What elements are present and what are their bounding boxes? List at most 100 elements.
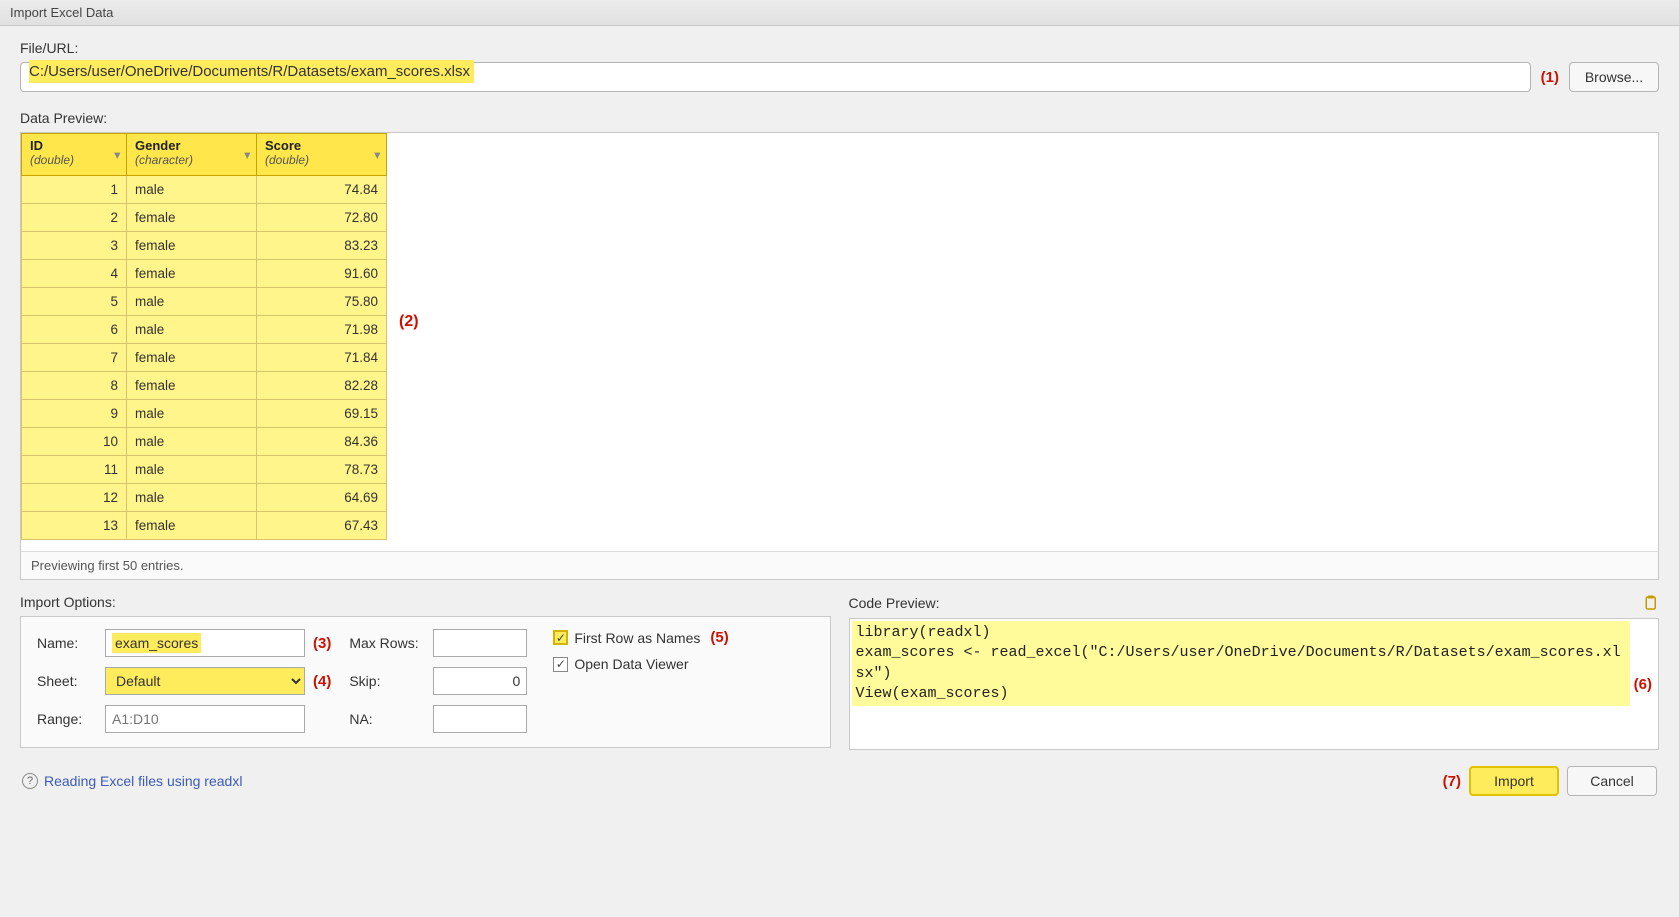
table-row[interactable]: 12male64.69	[22, 484, 387, 512]
dialog-title: Import Excel Data	[10, 5, 113, 20]
file-url-input[interactable]: C:/Users/user/OneDrive/Documents/R/Datas…	[20, 62, 1531, 92]
cell-gender: female	[127, 232, 257, 260]
help-icon: ?	[22, 773, 38, 789]
data-preview-scroll[interactable]: ID (double) ▾ Gender (character) ▾ Score…	[21, 133, 1658, 551]
preview-status-text: Previewing first 50 entries.	[21, 551, 1658, 579]
name-input[interactable]: exam_scores	[105, 629, 305, 657]
column-header-gender[interactable]: Gender (character) ▾	[127, 134, 257, 176]
na-input[interactable]	[433, 705, 527, 733]
cancel-button[interactable]: Cancel	[1567, 766, 1657, 796]
cell-gender: female	[127, 204, 257, 232]
skip-input[interactable]	[433, 667, 527, 695]
table-row[interactable]: 10male84.36	[22, 428, 387, 456]
cell-id: 8	[22, 372, 127, 400]
column-header-id[interactable]: ID (double) ▾	[22, 134, 127, 176]
cell-gender: male	[127, 316, 257, 344]
import-options-panel: Name: exam_scores (3) Sheet: Default (4)	[20, 616, 831, 748]
file-url-label: File/URL:	[20, 40, 1659, 56]
cell-score: 78.73	[257, 456, 387, 484]
table-row[interactable]: 2female72.80	[22, 204, 387, 232]
table-row[interactable]: 7female71.84	[22, 344, 387, 372]
cell-score: 84.36	[257, 428, 387, 456]
code-preview-text[interactable]: library(readxl) exam_scores <- read_exce…	[852, 621, 1630, 706]
help-link[interactable]: ? Reading Excel files using readxl	[22, 773, 242, 789]
cell-score: 71.84	[257, 344, 387, 372]
range-input[interactable]	[105, 705, 305, 733]
sheet-label: Sheet:	[37, 673, 97, 689]
annotation-5: (5)	[710, 629, 728, 646]
sheet-select[interactable]: Default	[105, 667, 305, 695]
data-preview-panel: ID (double) ▾ Gender (character) ▾ Score…	[20, 132, 1659, 580]
table-row[interactable]: 3female83.23	[22, 232, 387, 260]
cell-id: 6	[22, 316, 127, 344]
table-row[interactable]: 1male74.84	[22, 176, 387, 204]
maxrows-label: Max Rows:	[349, 635, 425, 651]
first-row-as-names-checkbox[interactable]: ✓	[553, 630, 568, 645]
table-row[interactable]: 11male78.73	[22, 456, 387, 484]
data-preview-label: Data Preview:	[20, 110, 1659, 126]
chevron-down-icon[interactable]: ▾	[374, 148, 380, 161]
cell-gender: male	[127, 176, 257, 204]
na-label: NA:	[349, 711, 425, 727]
annotation-4: (4)	[313, 673, 331, 690]
annotation-3: (3)	[313, 635, 331, 652]
cell-id: 4	[22, 260, 127, 288]
dialog-titlebar: Import Excel Data	[0, 0, 1679, 26]
clipboard-icon[interactable]	[1641, 594, 1659, 612]
cell-score: 72.80	[257, 204, 387, 232]
cell-id: 1	[22, 176, 127, 204]
cell-id: 10	[22, 428, 127, 456]
cell-gender: male	[127, 288, 257, 316]
cell-id: 12	[22, 484, 127, 512]
browse-button[interactable]: Browse...	[1569, 62, 1659, 92]
cell-score: 69.15	[257, 400, 387, 428]
table-row[interactable]: 6male71.98	[22, 316, 387, 344]
table-row[interactable]: 9male69.15	[22, 400, 387, 428]
open-data-viewer-checkbox[interactable]: ✓	[553, 657, 568, 672]
first-row-as-names-label: First Row as Names	[574, 630, 700, 646]
cell-id: 13	[22, 512, 127, 540]
table-row[interactable]: 4female91.60	[22, 260, 387, 288]
cell-id: 11	[22, 456, 127, 484]
chevron-down-icon[interactable]: ▾	[114, 148, 120, 161]
annotation-1: (1)	[1541, 69, 1559, 86]
cell-score: 67.43	[257, 512, 387, 540]
maxrows-input[interactable]	[433, 629, 527, 657]
cell-id: 5	[22, 288, 127, 316]
cell-gender: female	[127, 372, 257, 400]
open-data-viewer-label: Open Data Viewer	[574, 656, 688, 672]
cell-gender: male	[127, 428, 257, 456]
cell-gender: male	[127, 400, 257, 428]
column-header-score[interactable]: Score (double) ▾	[257, 134, 387, 176]
annotation-7: (7)	[1443, 773, 1461, 790]
annotation-2: (2)	[399, 313, 419, 331]
import-button[interactable]: Import	[1469, 766, 1559, 796]
cell-score: 75.80	[257, 288, 387, 316]
table-row[interactable]: 13female67.43	[22, 512, 387, 540]
cell-gender: female	[127, 344, 257, 372]
chevron-down-icon[interactable]: ▾	[244, 148, 250, 161]
table-row[interactable]: 8female82.28	[22, 372, 387, 400]
range-label: Range:	[37, 711, 97, 727]
cell-id: 7	[22, 344, 127, 372]
cell-score: 71.98	[257, 316, 387, 344]
cell-score: 83.23	[257, 232, 387, 260]
cell-id: 2	[22, 204, 127, 232]
cell-score: 91.60	[257, 260, 387, 288]
code-preview-label: Code Preview:	[849, 595, 940, 611]
name-label: Name:	[37, 635, 97, 651]
annotation-6: (6)	[1634, 676, 1652, 693]
cell-score: 82.28	[257, 372, 387, 400]
cell-gender: male	[127, 456, 257, 484]
data-preview-table: ID (double) ▾ Gender (character) ▾ Score…	[21, 133, 387, 540]
table-row[interactable]: 5male75.80	[22, 288, 387, 316]
cell-score: 64.69	[257, 484, 387, 512]
code-preview-panel: library(readxl) exam_scores <- read_exce…	[849, 618, 1660, 750]
cell-score: 74.84	[257, 176, 387, 204]
cell-gender: female	[127, 260, 257, 288]
skip-label: Skip:	[349, 673, 425, 689]
cell-id: 3	[22, 232, 127, 260]
cell-gender: female	[127, 512, 257, 540]
cell-gender: male	[127, 484, 257, 512]
cell-id: 9	[22, 400, 127, 428]
